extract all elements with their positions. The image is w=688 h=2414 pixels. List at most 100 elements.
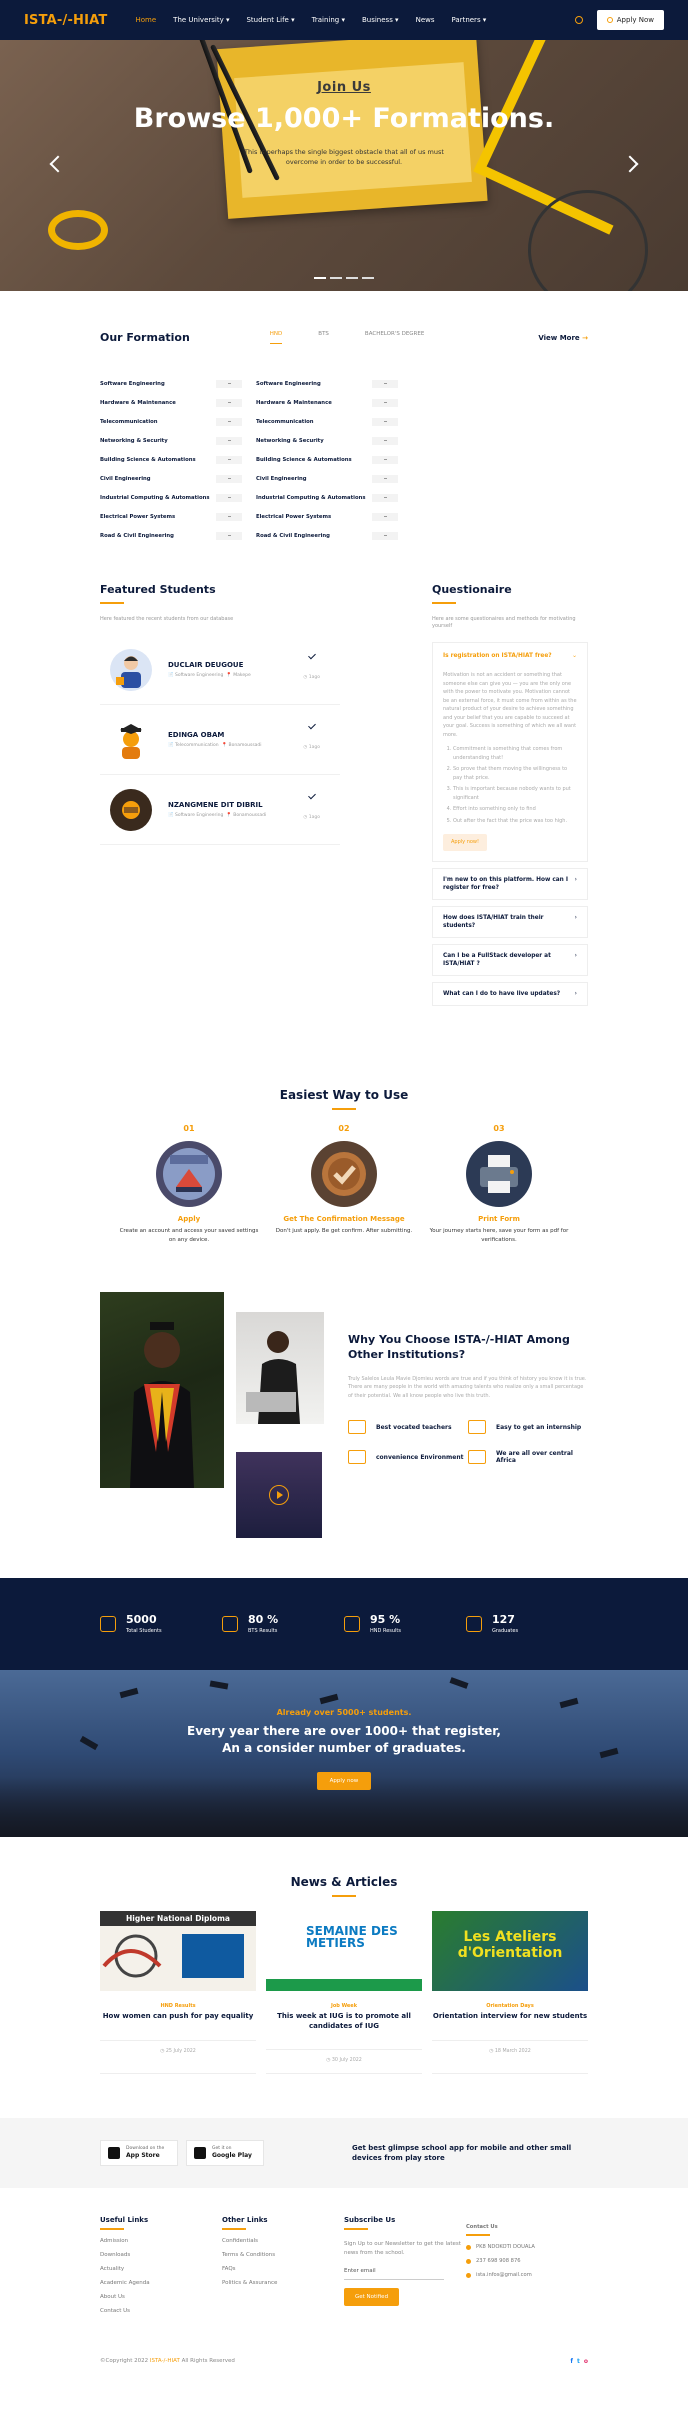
stat-item: 80 % BTS Results (222, 1613, 344, 1634)
contact-address: PK8 NDOKOTI DOUALA (466, 2244, 588, 2250)
formation-row[interactable]: Networking & Security (256, 431, 398, 450)
footer-link[interactable]: Downloads (100, 2252, 222, 2258)
cap-image (119, 1687, 139, 1698)
footer-link[interactable]: FAQs (222, 2266, 344, 2272)
footer-link[interactable]: Actuality (100, 2266, 222, 2272)
cap-image (599, 1747, 619, 1758)
menu-student-life[interactable]: Student Life ▾ (246, 16, 294, 24)
check-icon (307, 651, 317, 661)
faq-apply-button[interactable]: Apply now! (443, 834, 488, 851)
globe-icon (468, 1450, 486, 1465)
formation-row[interactable]: Electrical Power Systems (100, 507, 242, 526)
site-logo[interactable]: ISTA-/-HIAT (24, 13, 108, 28)
faq-item[interactable]: I'm new to on this platform. How can I r… (432, 867, 588, 900)
news-card-title[interactable]: This week at IUG is to promote all candi… (266, 2012, 422, 2032)
slider-dot[interactable] (346, 277, 358, 279)
mail-icon (466, 2272, 471, 2278)
footer-link[interactable]: Admission (100, 2238, 222, 2244)
formation-row[interactable]: Road & Civil Engineering (256, 526, 398, 545)
news-tag: Job Week (330, 2002, 358, 2009)
footer-link[interactable]: Contact Us (100, 2308, 222, 2314)
menu-university[interactable]: The University ▾ (173, 16, 229, 24)
hero-join-link[interactable]: Join Us (0, 80, 688, 95)
slider-dot[interactable] (330, 277, 342, 279)
stat-value: 5000 (126, 1613, 157, 1627)
student-card[interactable]: NZANGMENE DIT DIBRIL 📄 Software Engineer… (100, 775, 340, 845)
news-card[interactable]: SEMAINE DES METIERS Job Week This week a… (266, 1910, 422, 2075)
footer-link[interactable]: Confidentials (222, 2238, 344, 2244)
dash-icon (372, 436, 398, 445)
footer: Useful Links Admission Downloads Actuality… (100, 2188, 588, 2383)
nav-actions: Apply Now (574, 10, 664, 30)
contact-email[interactable]: ista.infos@gmail.com (466, 2272, 588, 2278)
formation-row[interactable]: Road & Civil Engineering (100, 526, 242, 545)
apply-now-button[interactable]: Apply Now (596, 10, 664, 30)
store-small-text: Get it on (212, 2146, 232, 2152)
video-thumbnail[interactable] (236, 1451, 322, 1538)
formation-row[interactable]: Networking & Security (100, 431, 242, 450)
formation-row[interactable]: Civil Engineering (100, 469, 242, 488)
footer-other-links: Other Links Confidentials Terms & Conditi… (222, 2216, 344, 2322)
formation-row[interactable]: Building Science & Automations (100, 450, 242, 469)
footer-link[interactable]: Politics & Assurance (222, 2280, 344, 2286)
tab-bachelor[interactable]: BACHELOR'S DEGREE (365, 331, 424, 344)
copyright-brand[interactable]: ISTA-/-HIAT (150, 2358, 180, 2364)
faq-item[interactable]: How does ISTA/HIAT train their students?… (432, 905, 588, 938)
play-icon[interactable] (269, 1484, 289, 1505)
dash-icon (216, 531, 242, 540)
tab-hnd[interactable]: HND (269, 331, 283, 344)
banner-apply-button[interactable]: Apply now (316, 1771, 372, 1790)
formation-row[interactable]: Telecommunication (100, 412, 242, 431)
menu-news[interactable]: News (416, 16, 435, 24)
dash-icon (372, 531, 398, 540)
news-card[interactable]: Les Ateliers d'Orientation Orientation D… (432, 1910, 588, 2075)
user-icon[interactable] (574, 16, 583, 24)
menu-business[interactable]: Business ▾ (362, 16, 399, 24)
formation-row[interactable]: Telecommunication (256, 412, 398, 431)
student-card[interactable]: DUCLAIR DEUGOUE 📄 Software Engineering 📍… (100, 635, 340, 705)
formation-row[interactable]: Hardware & Maintenance (256, 393, 398, 412)
slider-dot[interactable] (314, 277, 326, 279)
faq-item[interactable]: Can I be a FullStack developer at ISTA/H… (432, 943, 588, 977)
footer-heading: Subscribe Us (344, 2216, 396, 2225)
get-notified-button[interactable]: Get Notified (344, 2287, 400, 2306)
google-play-button[interactable]: Get it on Google Play (186, 2140, 264, 2167)
top-navbar: ISTA-/-HIAT Home The University ▾ Studen… (0, 0, 688, 40)
copyright-bar: ©Copyright 2022 ISTA-/-HIAT All Rights R… (100, 2358, 588, 2383)
dash-icon (372, 474, 398, 483)
footer-link[interactable]: Terms & Conditions (222, 2252, 344, 2258)
facebook-icon[interactable]: f (570, 2358, 573, 2365)
faq-item[interactable]: What can I do to have live updates? › (432, 982, 588, 1007)
twitter-icon[interactable]: t (577, 2358, 580, 2365)
footer-link[interactable]: About Us (100, 2294, 222, 2300)
formation-row[interactable]: Building Science & Automations (256, 450, 398, 469)
news-card-title[interactable]: Orientation interview for new students (432, 2012, 588, 2022)
formation-row[interactable]: Civil Engineering (256, 469, 398, 488)
formation-row[interactable]: Software Engineering (256, 374, 398, 393)
slider-dot[interactable] (362, 277, 374, 279)
footer-heading: Contact Us (466, 2224, 498, 2231)
news-card[interactable]: Higher National Diploma HND Results How … (100, 1910, 256, 2075)
formation-row[interactable]: Industrial Computing & Automations (256, 488, 398, 507)
menu-partners[interactable]: Partners ▾ (452, 16, 487, 24)
formation-row[interactable]: Software Engineering (100, 374, 242, 393)
student-card[interactable]: EDINGA OBAM 📄 Telecommunication 📍 Bonamo… (100, 705, 340, 775)
menu-home[interactable]: Home (136, 16, 157, 24)
formation-row[interactable]: Hardware & Maintenance (100, 393, 242, 412)
formation-column-1: Software Engineering Hardware & Maintenan… (100, 374, 242, 545)
news-card-title[interactable]: How women can push for pay equality (100, 2012, 256, 2022)
instagram-icon[interactable]: o (584, 2358, 588, 2365)
formation-name: Building Science & Automations (256, 456, 352, 463)
student-ago: 1ago (308, 745, 320, 750)
step-number: 01 (183, 1124, 195, 1134)
tab-bts[interactable]: BTS (318, 331, 329, 344)
footer-link[interactable]: Academic Agenda (100, 2280, 222, 2286)
arrow-right-icon: → (582, 333, 588, 342)
formation-row[interactable]: Industrial Computing & Automations (100, 488, 242, 507)
menu-training[interactable]: Training ▾ (312, 16, 345, 24)
formation-row[interactable]: Electrical Power Systems (256, 507, 398, 526)
faq-question[interactable]: Is registration on ISTA/HIAT free? ⌄ (443, 653, 577, 659)
view-more-link[interactable]: View More → (538, 334, 588, 342)
app-store-button[interactable]: Download on the App Store (100, 2140, 178, 2167)
email-input[interactable]: Enter email (344, 2268, 444, 2280)
